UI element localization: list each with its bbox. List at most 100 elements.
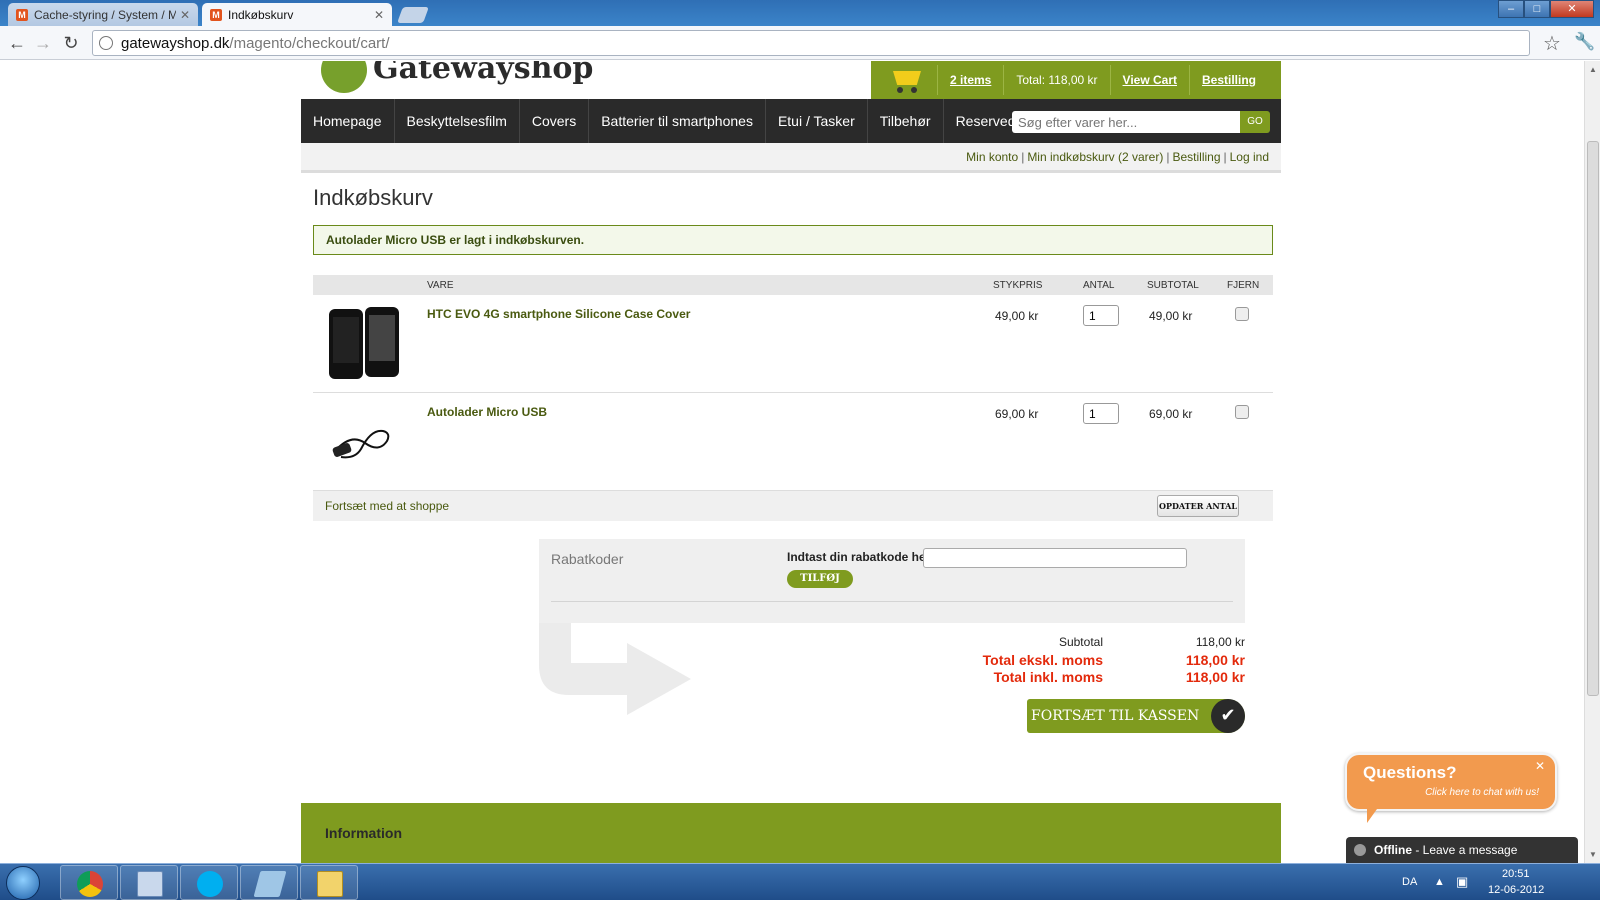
quantity-input[interactable]: 1 — [1083, 305, 1119, 326]
chat-status-message: - Leave a message — [1412, 843, 1518, 857]
nav-batterier[interactable]: Batterier til smartphones — [589, 99, 766, 143]
chat-prompt-bubble[interactable]: Questions? Click here to chat with us! ✕ — [1345, 753, 1557, 823]
maximize-button[interactable]: □ — [1524, 0, 1550, 18]
continue-shopping-link[interactable]: Fortsæt med at shoppe — [325, 499, 449, 513]
reload-icon[interactable]: ↻ — [60, 32, 82, 54]
page-wrapper: Gatewayshop 2 items Total: 118,00 kr Vie… — [301, 61, 1281, 863]
window-controls: – □ ✕ — [1498, 0, 1594, 18]
folder-icon — [317, 871, 343, 897]
product-name-link[interactable]: HTC EVO 4G smartphone Silicone Case Cove… — [427, 307, 690, 321]
scrollbar-thumb[interactable] — [1587, 141, 1599, 696]
tab-close-icon[interactable]: ✕ — [180, 8, 190, 22]
remove-item-icon[interactable] — [1235, 405, 1249, 419]
nav-beskyttelsesfilm[interactable]: Beskyttelsesfilm — [395, 99, 520, 143]
nav-etui-tasker[interactable]: Etui / Tasker — [766, 99, 868, 143]
divider — [1003, 65, 1005, 95]
scroll-down-icon[interactable]: ▼ — [1589, 850, 1597, 859]
my-account-link[interactable]: Min konto — [966, 150, 1018, 164]
tab-cache-styring[interactable]: M Cache-styring / System / M ✕ — [8, 3, 198, 26]
apply-discount-button[interactable]: TILFØJ — [787, 570, 853, 588]
tray-expand-icon[interactable]: ▲ — [1434, 876, 1445, 888]
minimize-button[interactable]: – — [1498, 0, 1524, 18]
chat-status-bar[interactable]: Offline - Leave a message — [1346, 837, 1578, 863]
window-icon — [137, 871, 163, 897]
clock-date[interactable]: 12-06-2012 — [1488, 884, 1544, 896]
chat-status: Offline — [1374, 843, 1412, 857]
magento-favicon-icon: M — [210, 8, 222, 21]
browser-tabstrip: M Cache-styring / System / M ✕ M Indkøbs… — [0, 0, 1600, 26]
tab-indkobskurv[interactable]: M Indkøbskurv ✕ — [202, 3, 392, 26]
phone-front-image — [365, 307, 399, 377]
cart-items-link[interactable]: 2 items — [950, 73, 991, 87]
cart-row: Autolader Micro USB 69,00 kr 1 69,00 kr — [313, 393, 1273, 491]
search-go-button[interactable]: GO — [1240, 111, 1270, 133]
search-input[interactable] — [1012, 111, 1240, 133]
new-tab-button[interactable] — [397, 7, 429, 23]
magento-favicon-icon: M — [16, 8, 28, 21]
logo-text: Gatewayshop — [373, 61, 594, 86]
tab-title: Indkøbskurv — [228, 7, 294, 22]
account-links: Min konto | Min indkøbskurv (2 varer) | Best… — [301, 143, 1281, 173]
divider — [937, 65, 938, 95]
car-charger-image — [332, 429, 390, 459]
address-bar[interactable]: gatewayshop.dk/magento/checkout/cart/ — [92, 30, 1530, 56]
col-qty: ANTAL — [1083, 280, 1115, 291]
browser-toolbar: ← → ↻ gatewayshop.dk/magento/checkout/ca… — [0, 26, 1600, 60]
taskbar-folder[interactable] — [300, 865, 358, 900]
quantity-input[interactable]: 1 — [1083, 403, 1119, 424]
logo-mark-icon — [321, 61, 367, 93]
view-cart-link[interactable]: View Cart — [1123, 73, 1177, 87]
checkmark-icon: ✔ — [1211, 699, 1245, 733]
nav-homepage[interactable]: Homepage — [301, 99, 395, 143]
product-image[interactable] — [323, 305, 403, 381]
checkout-link[interactable]: Bestilling — [1172, 150, 1220, 164]
taskbar-explorer[interactable] — [120, 865, 178, 900]
close-icon[interactable]: ✕ — [1535, 759, 1545, 773]
subtotal-value: 118,00 kr — [1195, 635, 1245, 649]
success-message: Autolader Micro USB er lagt i indkøbskur… — [313, 225, 1273, 255]
unit-price: 49,00 kr — [995, 309, 1039, 323]
remove-item-icon[interactable] — [1235, 307, 1249, 321]
order-link[interactable]: Bestilling — [1202, 73, 1256, 87]
back-icon[interactable]: ← — [6, 32, 28, 54]
discount-code-input[interactable] — [923, 548, 1187, 568]
scroll-up-icon[interactable]: ▲ — [1589, 65, 1597, 74]
clock-time[interactable]: 20:51 — [1502, 868, 1530, 880]
nav-tilbehor[interactable]: Tilbehør — [868, 99, 944, 143]
start-button[interactable] — [6, 866, 40, 900]
col-unit-price: STYKPRIS — [993, 280, 1043, 291]
page-viewport: Gatewayshop 2 items Total: 118,00 kr Vie… — [0, 61, 1584, 863]
page-title: Indkøbskurv — [313, 185, 433, 210]
windows-taskbar: DA ▲ ▣ 20:51 12-06-2012 — [0, 863, 1600, 900]
nav-covers[interactable]: Covers — [520, 99, 590, 143]
login-link[interactable]: Log ind — [1230, 150, 1269, 164]
proceed-to-checkout-button[interactable]: FORTSÆT TIL KASSEN ✔ — [1027, 699, 1245, 733]
tab-title: Cache-styring / System / M — [34, 7, 176, 22]
page-scrollbar[interactable]: ▲ ▼ — [1584, 61, 1600, 863]
total-incl-row: Total inkl. moms 118,00 kr — [931, 669, 1245, 686]
product-name-link[interactable]: Autolader Micro USB — [427, 405, 547, 419]
taskbar-skype[interactable] — [180, 865, 238, 900]
language-indicator[interactable]: DA — [1402, 876, 1417, 888]
site-logo[interactable]: Gatewayshop — [321, 61, 593, 93]
wrench-menu-icon[interactable]: 🔧 — [1574, 32, 1595, 52]
divider — [1189, 65, 1190, 95]
main-navigation: Homepage Beskyttelsesfilm Covers Batteri… — [301, 99, 1281, 143]
my-cart-link[interactable]: Min indkøbskurv (2 varer) — [1027, 150, 1163, 164]
update-quantity-button[interactable]: OPDATER ANTAL — [1157, 495, 1239, 517]
network-icon[interactable]: ▣ — [1456, 874, 1468, 890]
taskbar-chrome[interactable] — [60, 865, 118, 900]
bookmark-star-icon[interactable]: ☆ — [1543, 31, 1561, 56]
product-image[interactable] — [323, 403, 403, 479]
divider — [1109, 65, 1111, 95]
total-incl-label: Total inkl. moms — [993, 669, 1103, 685]
taskbar-editor[interactable] — [240, 865, 298, 900]
forward-icon[interactable]: → — [32, 32, 54, 54]
page-info-icon[interactable] — [99, 36, 113, 50]
close-window-button[interactable]: ✕ — [1550, 0, 1594, 18]
total-excl-value: 118,00 kr — [1185, 652, 1245, 668]
footer-title: Information — [325, 825, 402, 841]
mini-cart-bar: 2 items Total: 118,00 kr View Cart Besti… — [871, 61, 1281, 99]
cart-row: HTC EVO 4G smartphone Silicone Case Cove… — [313, 295, 1273, 393]
tab-close-icon[interactable]: ✕ — [374, 8, 384, 22]
